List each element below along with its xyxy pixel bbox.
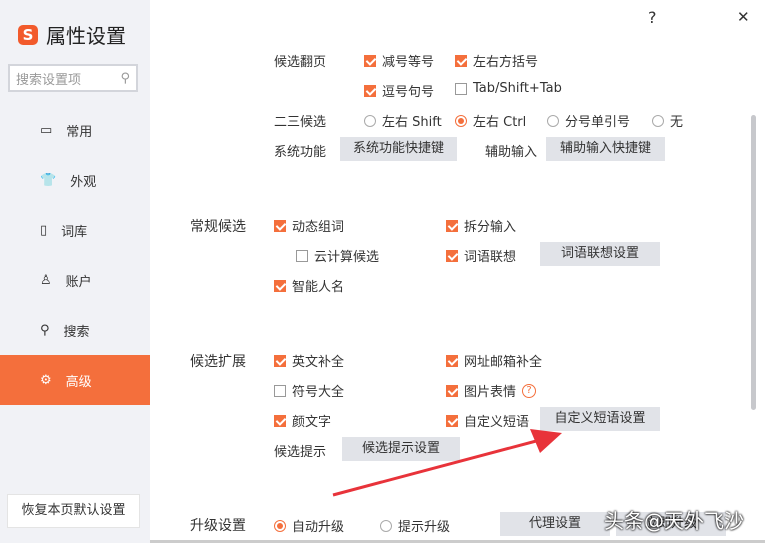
- extend-section-title: 候选扩展: [190, 354, 246, 370]
- smart-name-checkbox[interactable]: 智能人名: [274, 276, 344, 295]
- search-input[interactable]: 搜索设置项 ⚲: [8, 64, 138, 92]
- shift-radio[interactable]: 左右 Shift: [364, 111, 442, 130]
- search-placeholder: 搜索设置项: [16, 72, 82, 88]
- sidebar-item-label: 常用: [66, 124, 93, 140]
- hint-label: 候选提示: [274, 445, 327, 460]
- ctrl-radio[interactable]: 左右 Ctrl: [455, 111, 526, 130]
- tab-checkbox[interactable]: Tab/Shift+Tab: [455, 81, 562, 96]
- second-third-label: 二三候选: [274, 115, 327, 130]
- user-icon: ♙: [40, 272, 52, 288]
- sidebar-item-appearance[interactable]: 👕 外观: [0, 155, 150, 205]
- sidebar-item-common[interactable]: ▭ 常用: [0, 105, 150, 155]
- sidebar-item-account[interactable]: ♙ 账户: [0, 255, 150, 305]
- url-checkbox[interactable]: 网址邮箱补全: [446, 351, 542, 370]
- system-label: 系统功能: [274, 145, 327, 160]
- sidebar-item-label: 词库: [61, 224, 88, 240]
- help-icon[interactable]: ?: [522, 383, 537, 398]
- sidebar-item-advanced[interactable]: ⚙ 高级: [0, 355, 150, 405]
- sidebar-item-dictionary[interactable]: ▯ 词库: [0, 205, 150, 255]
- symbols-checkbox[interactable]: 符号大全: [274, 381, 344, 400]
- watermark: 头条@天外飞沙: [604, 509, 744, 533]
- candidate-page-label: 候选翻页: [274, 55, 327, 70]
- search-icon: ⚲: [120, 70, 130, 86]
- sogou-logo-icon: S: [18, 24, 38, 45]
- regular-section-title: 常规候选: [190, 219, 246, 235]
- sidebar-item-label: 高级: [65, 374, 92, 390]
- sidebar: S 属性设置 搜索设置项 ⚲ ▭ 常用 👕 外观 ▯ 词库 ♙ 账户 ⚲ 搜索 ⚙ 高级 恢复本…: [0, 0, 150, 543]
- dynamic-checkbox[interactable]: 动态组词: [274, 216, 344, 235]
- emoji-checkbox[interactable]: 图片表情?: [446, 381, 537, 400]
- scrollbar[interactable]: [751, 115, 756, 410]
- monitor-icon: ▭: [40, 122, 53, 138]
- system-hotkey-button[interactable]: 系统功能快捷键: [340, 137, 457, 161]
- search-icon: ⚲: [40, 322, 50, 338]
- auto-upgrade-radio[interactable]: 自动升级: [274, 516, 344, 535]
- assoc-settings-button[interactable]: 词语联想设置: [540, 242, 660, 266]
- minus-equal-checkbox[interactable]: 减号等号: [364, 51, 434, 70]
- prompt-upgrade-radio[interactable]: 提示升级: [380, 516, 450, 535]
- proxy-settings-button[interactable]: 代理设置: [500, 512, 610, 536]
- shirt-icon: 👕: [40, 172, 57, 188]
- help-button[interactable]: ?: [648, 8, 657, 27]
- cloud-checkbox[interactable]: 云计算候选: [296, 246, 379, 265]
- sidebar-item-label: 外观: [70, 174, 97, 190]
- reset-defaults-button[interactable]: 恢复本页默认设置: [7, 494, 140, 528]
- aux-label: 辅助输入: [485, 145, 538, 160]
- app-logo: S 属性设置: [18, 20, 126, 49]
- red-arrow-annotation: [332, 429, 562, 497]
- aux-hotkey-button[interactable]: 辅助输入快捷键: [546, 137, 665, 161]
- none-radio[interactable]: 无: [652, 111, 683, 130]
- app-title: 属性设置: [46, 24, 126, 48]
- sidebar-item-label: 搜索: [63, 324, 90, 340]
- assoc-checkbox[interactable]: 词语联想: [446, 246, 516, 265]
- sidebar-item-label: 账户: [65, 274, 92, 290]
- book-icon: ▯: [40, 222, 48, 238]
- english-checkbox[interactable]: 英文补全: [274, 351, 344, 370]
- semicolon-radio[interactable]: 分号单引号: [547, 111, 630, 130]
- kaomoji-checkbox[interactable]: 颜文字: [274, 411, 331, 430]
- sidebar-item-search[interactable]: ⚲ 搜索: [0, 305, 150, 355]
- gear-icon: ⚙: [40, 372, 52, 388]
- comma-period-checkbox[interactable]: 逗号句号: [364, 81, 434, 100]
- split-checkbox[interactable]: 拆分输入: [446, 216, 516, 235]
- brackets-checkbox[interactable]: 左右方括号: [455, 51, 538, 70]
- close-button[interactable]: ✕: [737, 8, 750, 26]
- upgrade-section-title: 升级设置: [190, 518, 246, 534]
